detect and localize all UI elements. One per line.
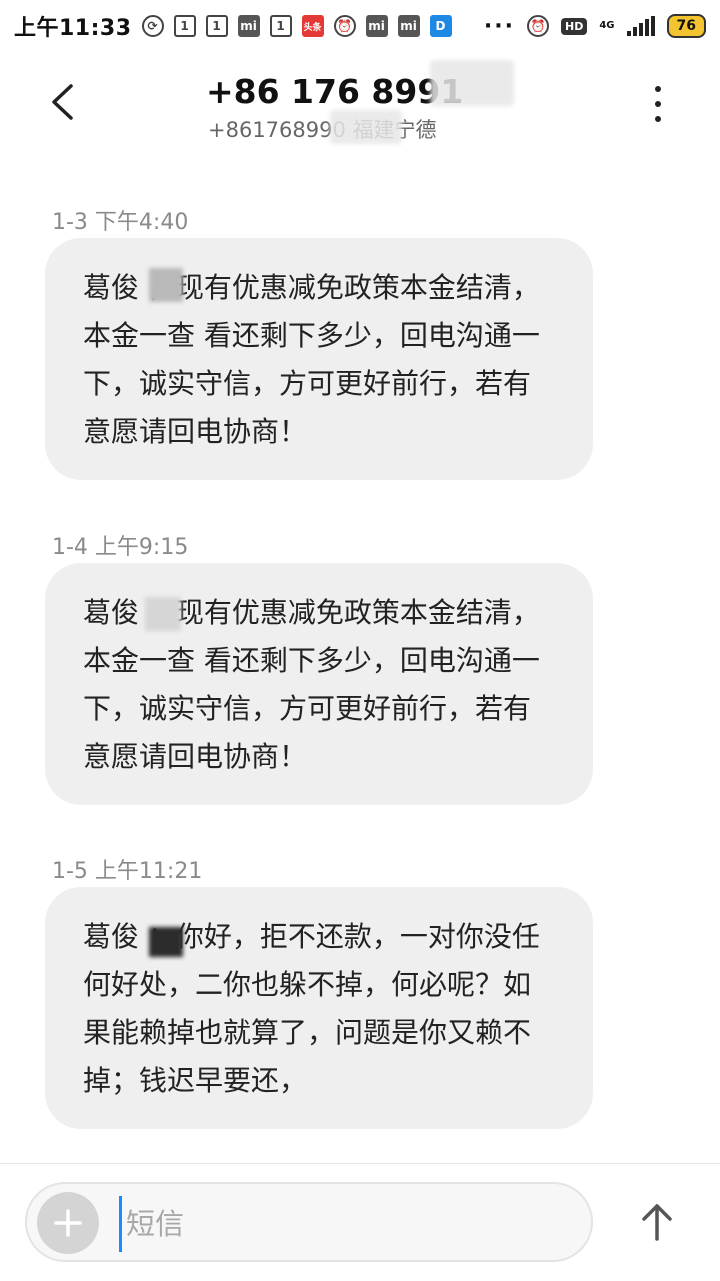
mi-app-icon: mi (237, 15, 260, 37)
redacted-area (430, 60, 514, 106)
mi-app-icon: mi (365, 15, 388, 37)
more-options-button[interactable] (638, 82, 678, 126)
message-timestamp: 1-4 上午9:15 (52, 535, 189, 560)
dot-icon (655, 86, 661, 93)
signal-icon (626, 16, 655, 36)
sms-input[interactable] (119, 1196, 568, 1252)
back-button[interactable] (40, 80, 84, 124)
toutiao-icon: 头条 (301, 15, 324, 37)
message-timestamp: 1-5 上午11:21 (52, 859, 203, 884)
status-bar: 上午11:33 ⟳ 1 1 mi 1 头条 ⏰ mi mi D ··· ⏰ HD… (0, 0, 720, 52)
sync-icon: ⟳ (141, 15, 164, 37)
composer (25, 1182, 593, 1262)
contact-subtitle: +861768990 福建宁德 (208, 118, 437, 142)
redacted-name (149, 268, 183, 302)
network-label: 4G (599, 20, 615, 31)
message-bubble[interactable]: 葛俊 ，现有优惠减免政策本金结清，本金一查 看还剩下多少，回电沟通一下，诚实守信… (45, 563, 593, 805)
redacted-name (149, 927, 183, 957)
hd-badge: HD (561, 17, 588, 35)
contact-number: +86 176 8991 (206, 72, 464, 111)
composer-bar (0, 1163, 720, 1281)
more-notifications-icon: ··· (483, 13, 515, 39)
redacted-area (330, 110, 402, 144)
message-bubble[interactable]: 葛俊 ：你好，拒不还款，一对你没任何好处，二你也躲不掉，何必呢？如果能赖掉也就算… (45, 887, 593, 1129)
network-type: 4G (599, 21, 614, 31)
dot-icon (655, 100, 661, 107)
redacted-name (145, 597, 181, 631)
calendar-icon: 1 (173, 15, 196, 37)
back-arrow-icon (52, 84, 73, 120)
conversation-header: +86 176 8991 +861768990 福建宁德 (0, 52, 720, 152)
dot-icon (655, 115, 661, 122)
battery-icon: 76 (666, 14, 706, 38)
alarm-icon: ⏰ (333, 15, 356, 37)
calendar-icon: 1 (205, 15, 228, 37)
calendar-icon: 1 (269, 15, 292, 37)
status-time: 上午11:33 (14, 16, 132, 41)
message-timestamp: 1-3 下午4:40 (52, 210, 189, 235)
alarm-icon: ⏰ (527, 15, 549, 37)
d-app-icon: D (429, 15, 452, 37)
notification-icons: ⟳ 1 1 mi 1 头条 ⏰ mi mi D (141, 15, 452, 37)
add-attachment-button[interactable] (37, 1192, 99, 1254)
status-right: ··· ⏰ HD 4G 76 (484, 14, 706, 39)
send-button[interactable] (632, 1192, 682, 1252)
arrow-up-icon (642, 1204, 672, 1241)
mi-app-icon: mi (397, 15, 420, 37)
plus-icon (54, 1209, 82, 1237)
message-bubble[interactable]: 葛俊 ，现有优惠减免政策本金结清，本金一查 看还剩下多少，回电沟通一下，诚实守信… (45, 238, 593, 480)
